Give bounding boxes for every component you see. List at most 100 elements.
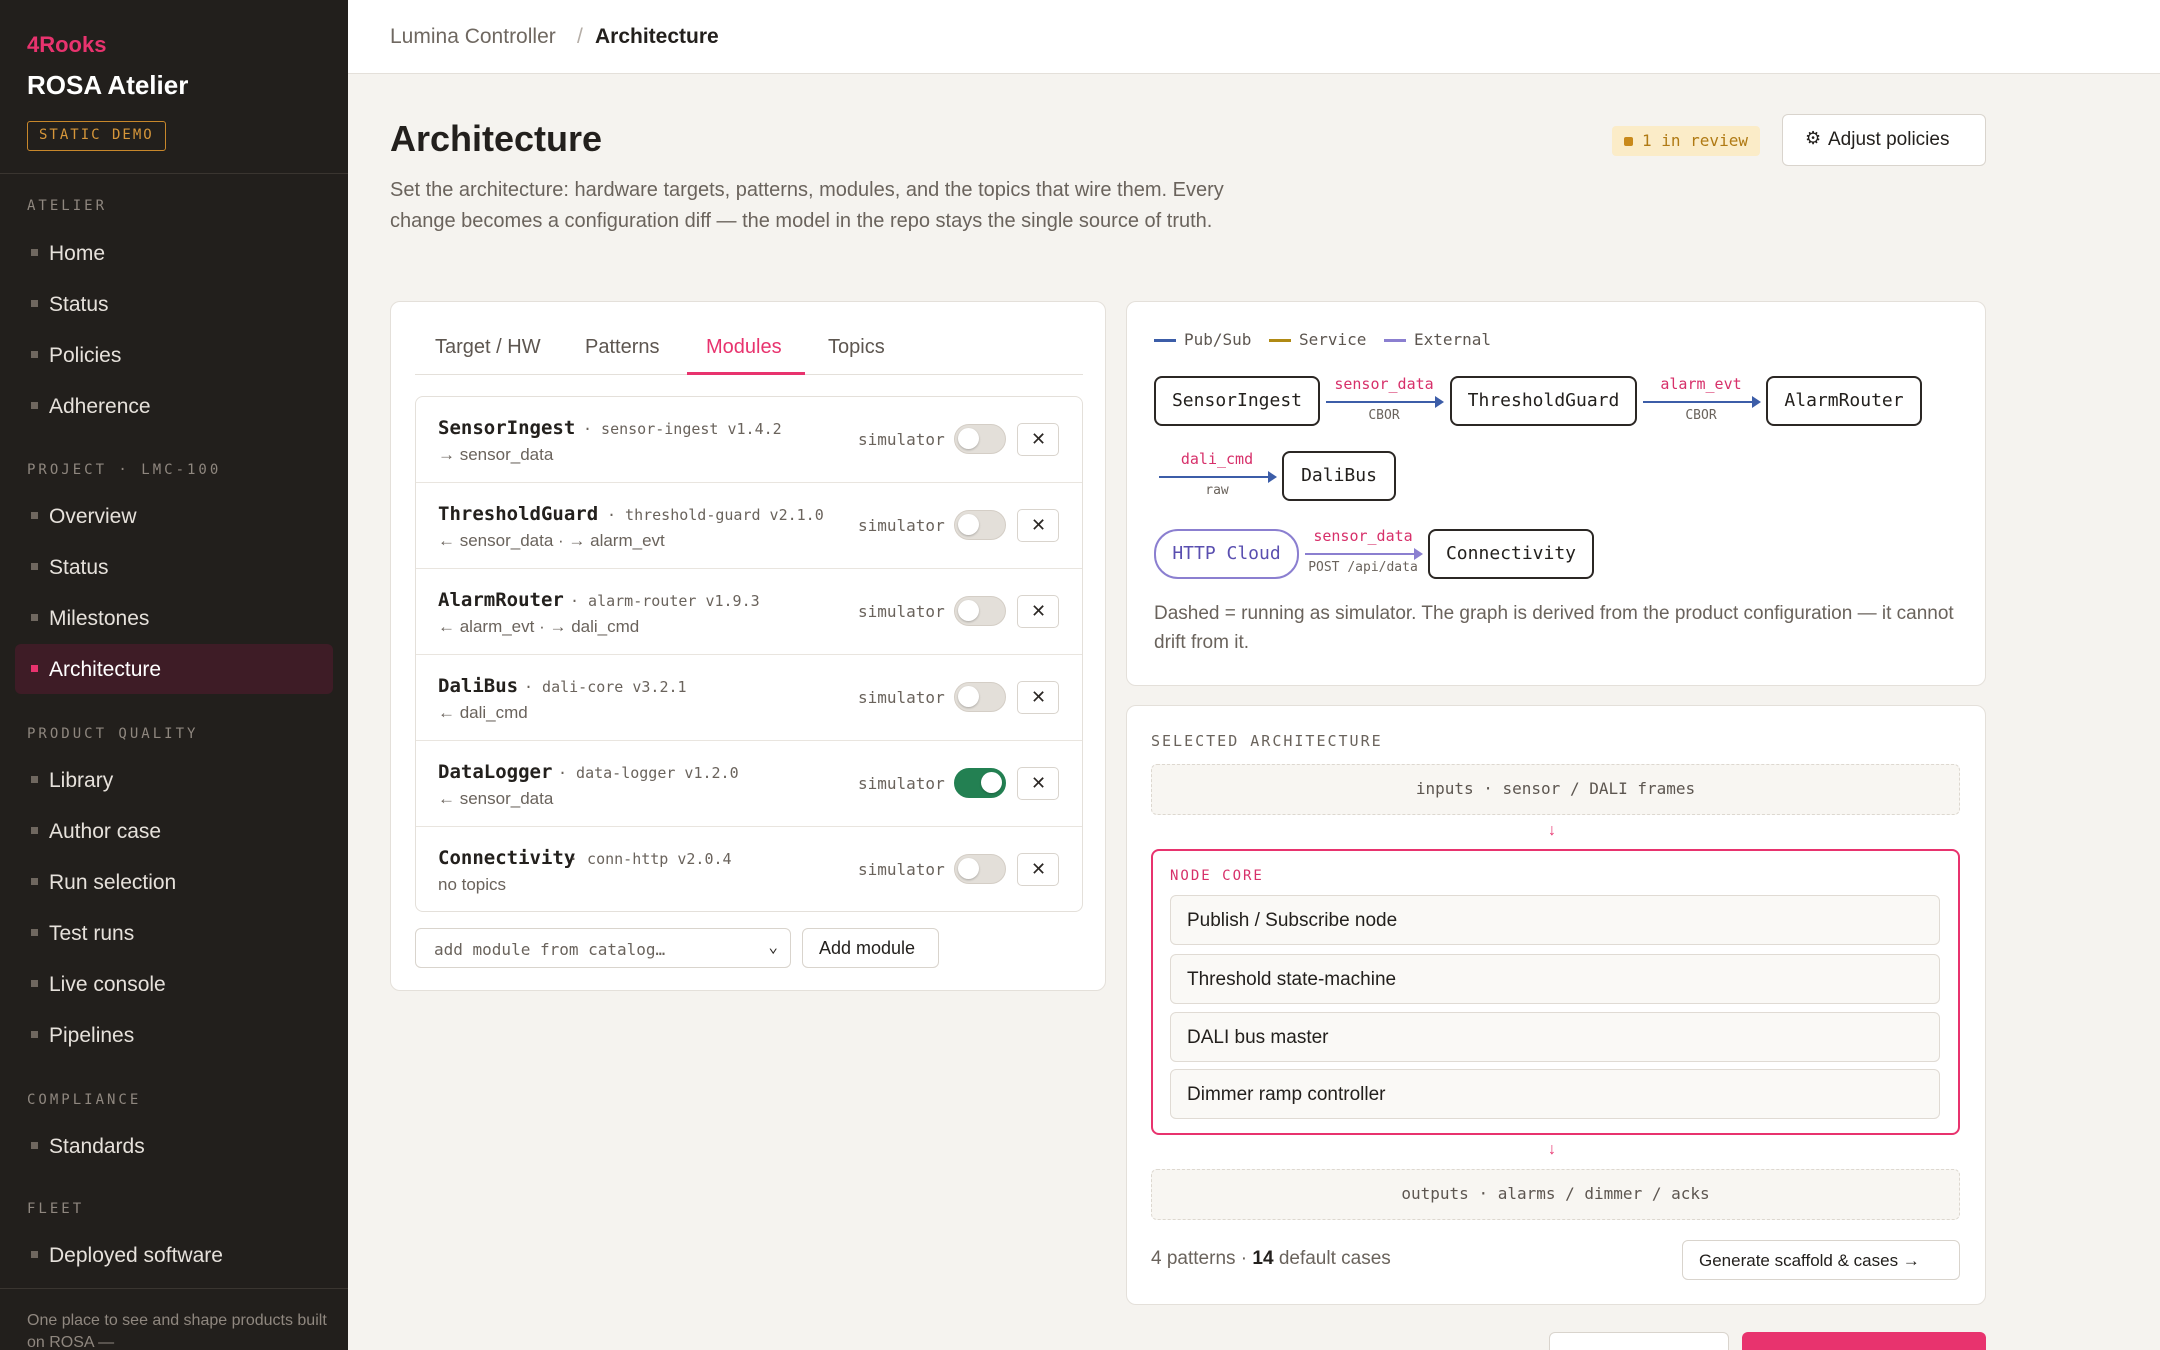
module-row-connectivity: Connectivity · conn-http v2.0.4 no topic…: [416, 827, 1082, 911]
sidebar-item-label: Adherence: [49, 395, 151, 418]
graph-node-dali-bus[interactable]: DaliBus: [1282, 451, 1396, 501]
simulator-toggle[interactable]: [954, 424, 1006, 454]
toggle-knob: [958, 686, 979, 707]
graph-node-connectivity[interactable]: Connectivity: [1428, 529, 1594, 579]
core-pattern-item[interactable]: DALI bus master: [1170, 1012, 1940, 1062]
tab-target-hw[interactable]: Target / HW: [435, 336, 541, 359]
external-swatch: [1384, 339, 1406, 342]
adjust-policies-button[interactable]: ⚙ Adjust policies: [1782, 114, 1986, 166]
toggle-knob: [958, 600, 979, 621]
sidebar-item-label: Status: [49, 556, 109, 579]
sidebar-item-test-runs[interactable]: Test runs: [15, 908, 333, 958]
graph-node-http-cloud[interactable]: HTTP Cloud: [1154, 529, 1299, 579]
graph-node-threshold-guard[interactable]: ThresholdGuard: [1450, 376, 1637, 426]
tab-topics[interactable]: Topics: [828, 336, 885, 359]
simulator-label: simulator: [858, 602, 945, 621]
edge-encoding: CBOR: [1368, 408, 1400, 423]
sidebar-item-library[interactable]: Library: [15, 755, 333, 805]
app-title: ROSA Atelier: [27, 70, 189, 100]
edge-arrow: [1326, 396, 1444, 408]
module-name: AlarmRouter: [438, 589, 564, 611]
sidebar-item-label: Standards: [49, 1135, 145, 1158]
section-compliance: COMPLIANCE: [27, 1092, 142, 1108]
toggle-knob: [981, 772, 1002, 793]
module-row-dali-bus: DaliBus · dali-core v3.2.1 ← dali_cmd si…: [416, 655, 1082, 741]
remove-module-button[interactable]: ✕: [1017, 853, 1059, 886]
arrow-down-icon: ↓: [1548, 1141, 1556, 1158]
edge-topic: sensor_data: [1334, 375, 1434, 393]
close-icon: ✕: [1031, 687, 1047, 707]
bullet-icon: [31, 1031, 38, 1038]
module-name: Connectivity: [438, 847, 576, 869]
toggle-knob: [958, 514, 979, 535]
remove-module-button[interactable]: ✕: [1017, 767, 1059, 800]
active-tab-indicator: [687, 372, 805, 375]
core-pattern-item[interactable]: Dimmer ramp controller: [1170, 1069, 1940, 1119]
bullet-icon: [31, 512, 38, 519]
sidebar-item-architecture[interactable]: Architecture: [15, 644, 333, 694]
simulator-toggle[interactable]: [954, 510, 1006, 540]
primary-action-button[interactable]: [1742, 1332, 1986, 1350]
sidebar-item-milestones[interactable]: Milestones: [15, 593, 333, 643]
section-product-quality: PRODUCT QUALITY: [27, 726, 199, 742]
simulator-toggle[interactable]: [954, 854, 1006, 884]
sidebar-item-label: Library: [49, 769, 114, 792]
sidebar-item-run-selection[interactable]: Run selection: [15, 857, 333, 907]
module-row-alarm-router: AlarmRouter · alarm-router v1.9.3 ← alar…: [416, 569, 1082, 655]
simulator-toggle[interactable]: [954, 768, 1006, 798]
sidebar-item-deployed-software[interactable]: Deployed software: [15, 1230, 333, 1280]
arrowhead-icon: [1268, 471, 1277, 483]
add-module-button[interactable]: Add module: [802, 928, 939, 968]
graph-node-sensor-ingest[interactable]: SensorIngest: [1154, 376, 1320, 426]
sidebar-item-standards[interactable]: Standards: [15, 1121, 333, 1171]
catalog-select[interactable]: add module from catalog… ⌄: [415, 928, 791, 968]
module-name: SensorIngest: [438, 417, 576, 439]
add-module-label: Add module: [819, 938, 916, 958]
node-core-label: NODE CORE: [1170, 868, 1264, 884]
breadcrumb-root[interactable]: Lumina Controller: [390, 25, 556, 49]
remove-module-button[interactable]: ✕: [1017, 423, 1059, 456]
tab-modules[interactable]: Modules: [706, 336, 782, 359]
remove-module-button[interactable]: ✕: [1017, 595, 1059, 628]
tab-patterns[interactable]: Patterns: [585, 336, 659, 359]
simulator-label: simulator: [858, 774, 945, 793]
core-pattern-item[interactable]: Threshold state-machine: [1170, 954, 1940, 1004]
sidebar-item-label: Policies: [49, 344, 122, 367]
sidebar-item-project-status[interactable]: Status: [15, 542, 333, 592]
selected-architecture-title: SELECTED ARCHITECTURE: [1151, 732, 1383, 750]
catalog-select-value: add module from catalog…: [434, 940, 666, 959]
brand-name: 4Rooks: [27, 32, 107, 57]
patterns-label: patterns ·: [1166, 1248, 1248, 1269]
secondary-action-button[interactable]: [1549, 1332, 1729, 1350]
module-row-threshold-guard: ThresholdGuard · threshold-guard v2.1.0 …: [416, 483, 1082, 569]
cases-count: 14: [1252, 1248, 1274, 1269]
sidebar-item-adherence[interactable]: Adherence: [15, 381, 333, 431]
close-icon: ✕: [1031, 429, 1047, 449]
remove-module-button[interactable]: ✕: [1017, 509, 1059, 542]
module-row-data-logger: DataLogger · data-logger v1.2.0 ← sensor…: [416, 741, 1082, 827]
sidebar-item-policies[interactable]: Policies: [15, 330, 333, 380]
bullet-icon: [31, 827, 38, 834]
edge-encoding: POST /api/data: [1308, 560, 1418, 575]
sidebar-item-pipelines[interactable]: Pipelines: [15, 1010, 333, 1060]
sidebar-item-status[interactable]: Status: [15, 279, 333, 329]
breadcrumb: Lumina Controller / Architecture: [348, 0, 2160, 74]
remove-module-button[interactable]: ✕: [1017, 681, 1059, 714]
generate-scaffold-button[interactable]: Generate scaffold & cases →: [1682, 1240, 1960, 1280]
sidebar-item-label: Run selection: [49, 871, 177, 894]
core-pattern-item[interactable]: Publish / Subscribe node: [1170, 895, 1940, 945]
breadcrumb-separator: /: [577, 25, 583, 48]
simulator-toggle[interactable]: [954, 596, 1006, 626]
sidebar-item-live-console[interactable]: Live console: [15, 959, 333, 1009]
sidebar-item-label: Architecture: [49, 658, 162, 681]
review-badge-text: 1 in review: [1642, 131, 1748, 150]
graph-node-alarm-router[interactable]: AlarmRouter: [1766, 376, 1922, 426]
chevron-down-icon: ⌄: [768, 937, 778, 956]
close-icon: ✕: [1031, 773, 1047, 793]
sidebar-item-overview[interactable]: Overview: [15, 491, 333, 541]
sidebar-item-author-case[interactable]: Author case: [15, 806, 333, 856]
legend-label: External: [1414, 330, 1492, 349]
simulator-toggle[interactable]: [954, 682, 1006, 712]
sidebar-item-home[interactable]: Home: [15, 228, 333, 278]
module-topics: ← dali_cmd: [438, 703, 528, 722]
